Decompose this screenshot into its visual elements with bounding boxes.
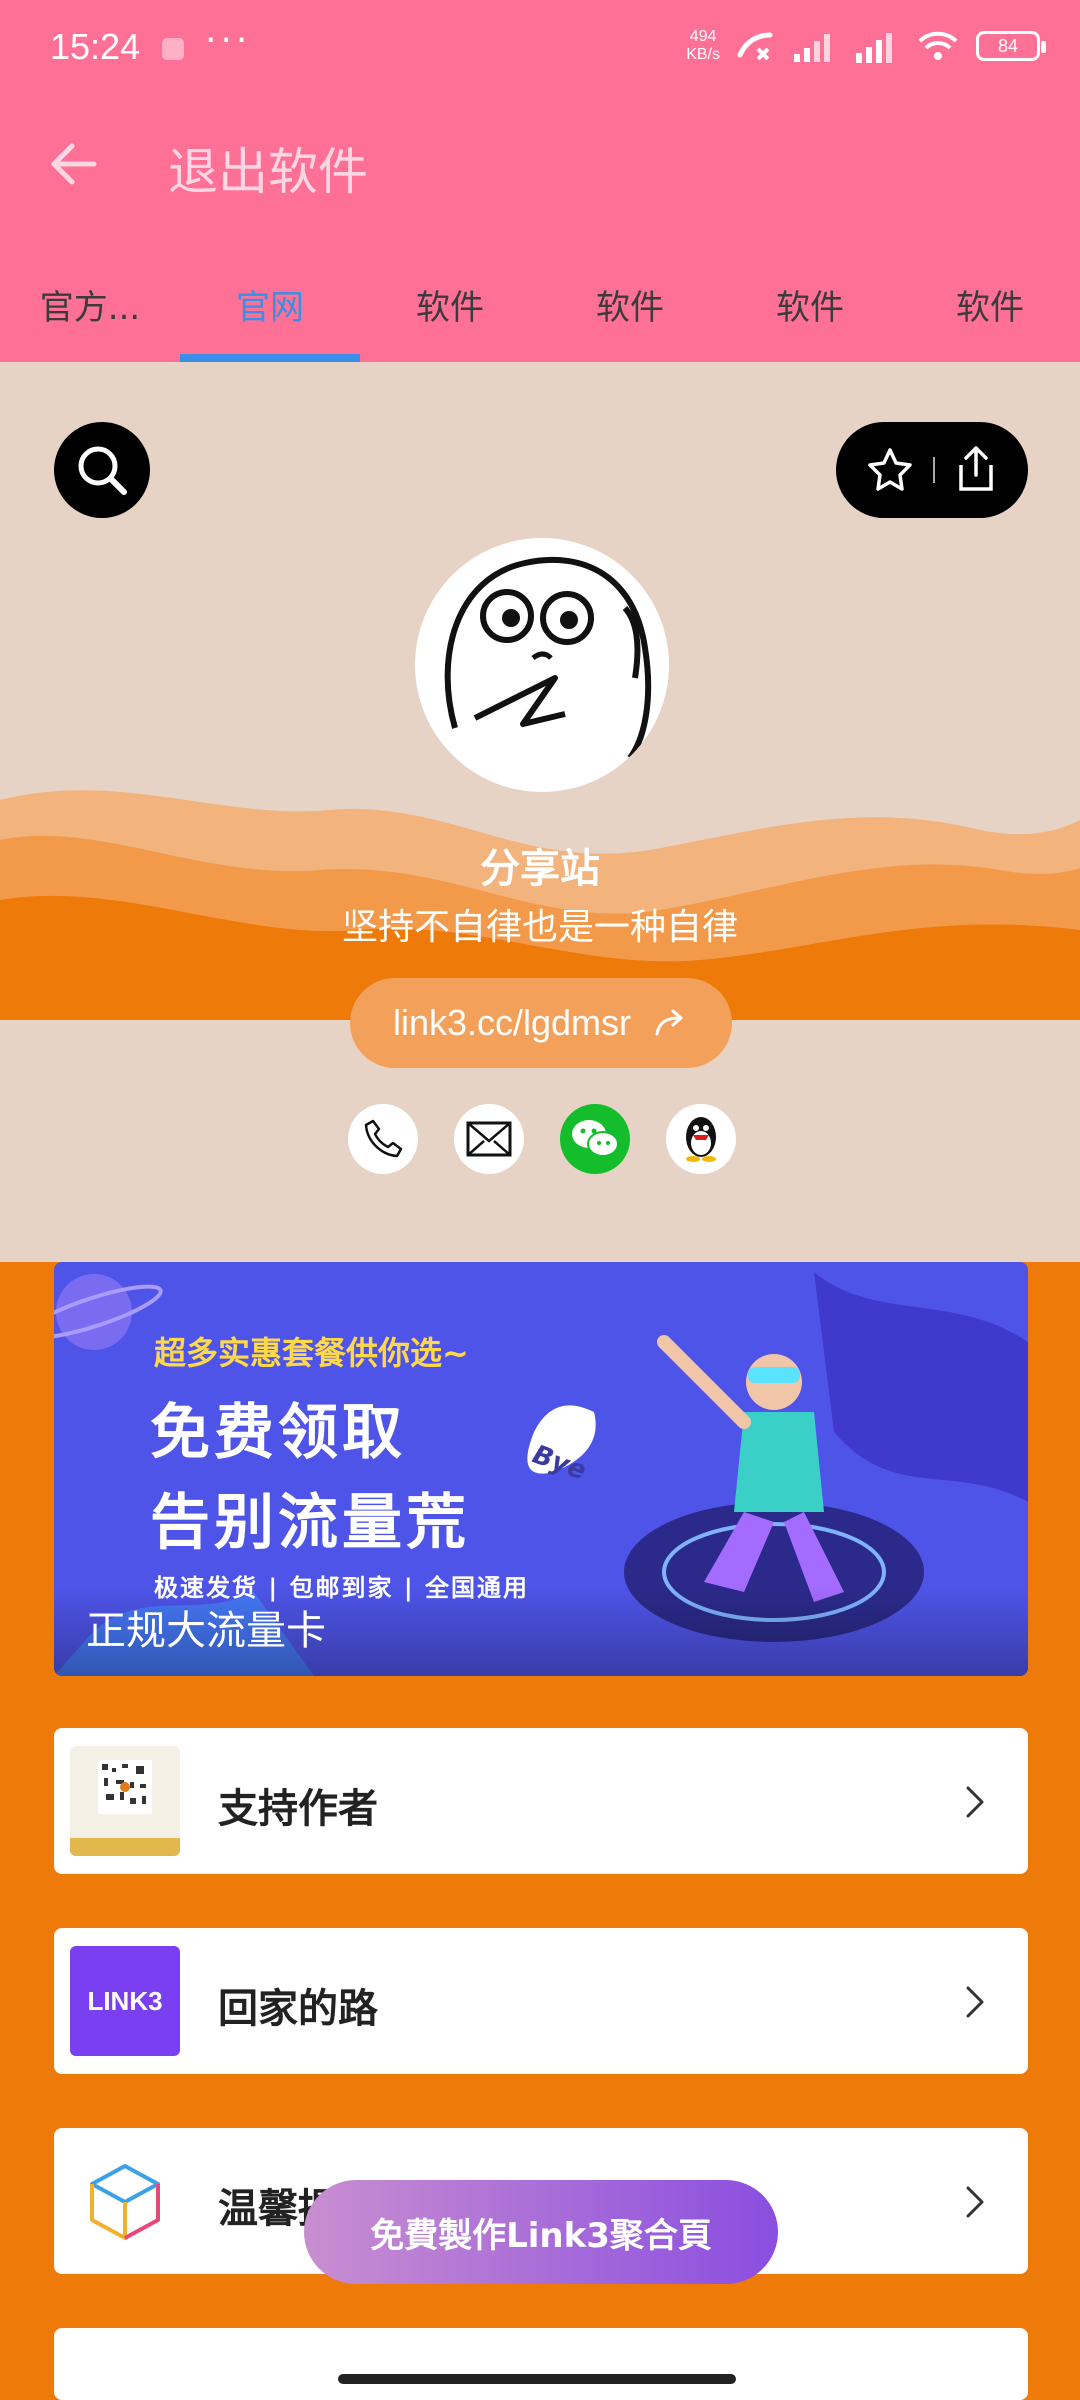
social-links [348, 1104, 736, 1174]
cube-icon [90, 2164, 160, 2240]
phone-button[interactable] [348, 1104, 418, 1174]
share-arrow-icon [655, 1009, 683, 1036]
cartoon-avatar-image [444, 556, 652, 760]
back-arrow-icon[interactable] [46, 136, 102, 192]
chevron-right-icon [966, 1786, 984, 1818]
speed-value: 494 [689, 28, 717, 45]
search-icon [78, 446, 127, 495]
banner-headline-2: 告别流量荒 [150, 1488, 470, 1558]
tab-official-more[interactable]: 官方... [0, 262, 180, 362]
search-button[interactable] [54, 422, 150, 518]
banner-tagline: 超多实惠套餐供你选~ [154, 1334, 469, 1372]
signal-hd-icon [856, 33, 892, 63]
create-link3-page-button[interactable]: 免費製作Link3聚合頁 [304, 2180, 778, 2284]
wifi-icon [918, 31, 958, 60]
qq-penguin-icon [686, 1117, 716, 1162]
profile-actions [836, 422, 1028, 518]
avatar[interactable] [415, 538, 669, 792]
profile-motto: 坚持不自律也是一种自律 [341, 907, 738, 948]
chevron-right-icon [966, 2186, 984, 2218]
battery-indicator: 84 [976, 31, 1046, 61]
call-icon [737, 32, 773, 61]
mail-icon [466, 1121, 512, 1157]
wechat-button[interactable] [560, 1104, 630, 1174]
wechat-icon [572, 1120, 619, 1157]
banner-headline-1: 免费领取 [150, 1398, 406, 1468]
tab-software-3[interactable]: 软件 [720, 262, 900, 362]
tab-official-site[interactable]: 官网 [180, 262, 360, 362]
card-label: 支持作者 [218, 1786, 378, 1832]
gesture-home-bar[interactable] [338, 2374, 736, 2384]
share-icon[interactable] [953, 445, 999, 495]
banner-caption: 正规大流量卡 [86, 1608, 326, 1654]
chevron-right-icon [966, 1986, 984, 2018]
profile-link-text: link3.cc/lgdmsr [392, 1002, 632, 1043]
banner-caption-bar: 正规大流量卡 [54, 1586, 1028, 1676]
app-bar: 退出软件 [0, 100, 1080, 230]
link3-logo-text: LINK3 [87, 1985, 163, 2016]
link-card-way-home[interactable]: LINK3 回家的路 [54, 1928, 1028, 2074]
status-bar: 15:24 ··· 494 KB/s 84 [0, 0, 1080, 100]
link-card-partial[interactable] [54, 2328, 1028, 2400]
email-button[interactable] [454, 1104, 524, 1174]
signal-icon [794, 34, 830, 62]
tab-bar: 官方... 官网 软件 软件 软件 软件 [0, 262, 1080, 362]
status-indicators: 494 KB/s 84 [686, 28, 1046, 64]
tab-software-4[interactable]: 软件 [900, 262, 1080, 362]
profile-link-button[interactable]: link3.cc/lgdmsr [350, 978, 732, 1068]
network-speed: 494 KB/s [686, 28, 720, 64]
tab-software-1[interactable]: 软件 [360, 262, 540, 362]
promo-banner[interactable]: 超多实惠套餐供你选~ 免费领取 告别流量荒 极速发货 | 包邮到家 | 全国通用… [54, 1262, 1028, 1676]
card-label: 回家的路 [218, 1986, 378, 2032]
tab-software-2[interactable]: 软件 [540, 262, 720, 362]
divider [933, 457, 935, 483]
speed-unit: KB/s [686, 46, 720, 63]
phone-icon [364, 1119, 403, 1158]
more-notifications-icon: ··· [205, 20, 252, 61]
qr-code-image [70, 1760, 180, 1856]
qq-button[interactable] [666, 1104, 736, 1174]
status-time: 15:24 [50, 26, 141, 67]
page-title: 退出软件 [168, 143, 368, 201]
notification-icon [162, 38, 184, 60]
star-icon[interactable] [865, 445, 915, 495]
qr-code-thumbnail [70, 1746, 180, 1856]
profile-name: 分享站 [480, 846, 600, 892]
link3-logo-thumbnail: LINK3 [70, 1946, 180, 2056]
link-card-support-author[interactable]: 支持作者 [54, 1728, 1028, 1874]
cube-logo-thumbnail [70, 2146, 180, 2256]
